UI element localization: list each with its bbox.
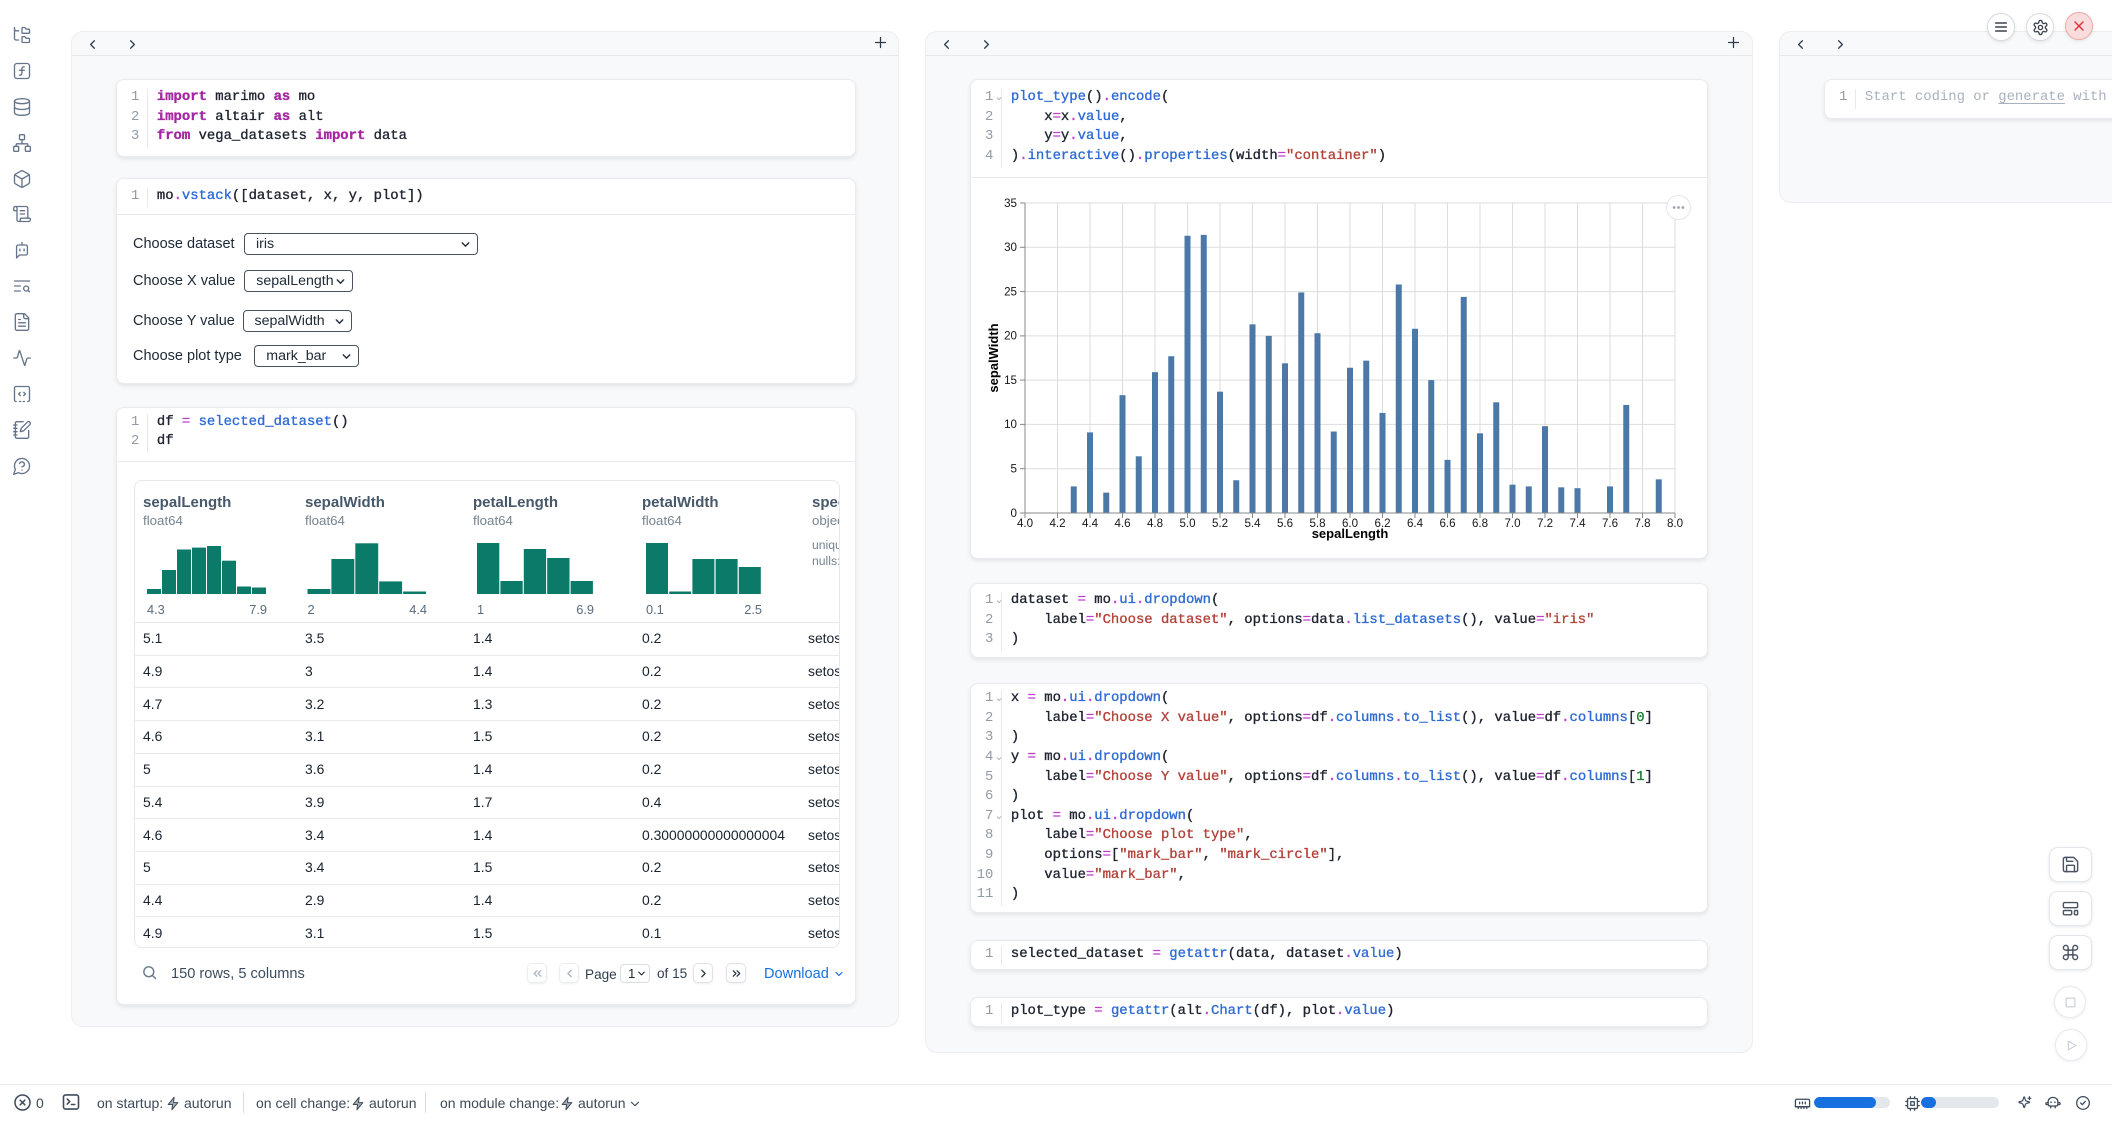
svg-text:7.8: 7.8 [1634,517,1650,530]
svg-text:7.2: 7.2 [1537,517,1553,530]
svg-text:8.0: 8.0 [1667,517,1683,530]
svg-text:5.6: 5.6 [1277,517,1293,530]
svg-text:35: 35 [1004,197,1017,210]
svg-text:25: 25 [1004,285,1017,298]
svg-text:4.4: 4.4 [1082,517,1099,530]
svg-text:5.2: 5.2 [1212,517,1228,530]
svg-text:20: 20 [1004,330,1017,343]
svg-text:15: 15 [1004,374,1017,387]
svg-text:4.8: 4.8 [1147,517,1163,530]
svg-text:6.6: 6.6 [1439,517,1455,530]
svg-text:10: 10 [1004,418,1017,431]
svg-text:5.0: 5.0 [1179,517,1195,530]
svg-text:sepalLength: sepalLength [1312,526,1389,541]
svg-text:4.6: 4.6 [1114,517,1130,530]
svg-text:6.4: 6.4 [1407,517,1424,530]
svg-text:sepalWidth: sepalWidth [986,323,1001,392]
svg-text:6.8: 6.8 [1472,517,1488,530]
svg-text:30: 30 [1004,241,1017,254]
svg-text:5: 5 [1011,463,1017,476]
svg-text:4.2: 4.2 [1049,517,1065,530]
svg-text:7.0: 7.0 [1504,517,1520,530]
svg-text:4.0: 4.0 [1017,517,1033,530]
svg-text:7.4: 7.4 [1569,517,1586,530]
svg-text:0: 0 [1011,507,1017,520]
svg-text:7.6: 7.6 [1602,517,1618,530]
svg-text:5.4: 5.4 [1244,517,1261,530]
